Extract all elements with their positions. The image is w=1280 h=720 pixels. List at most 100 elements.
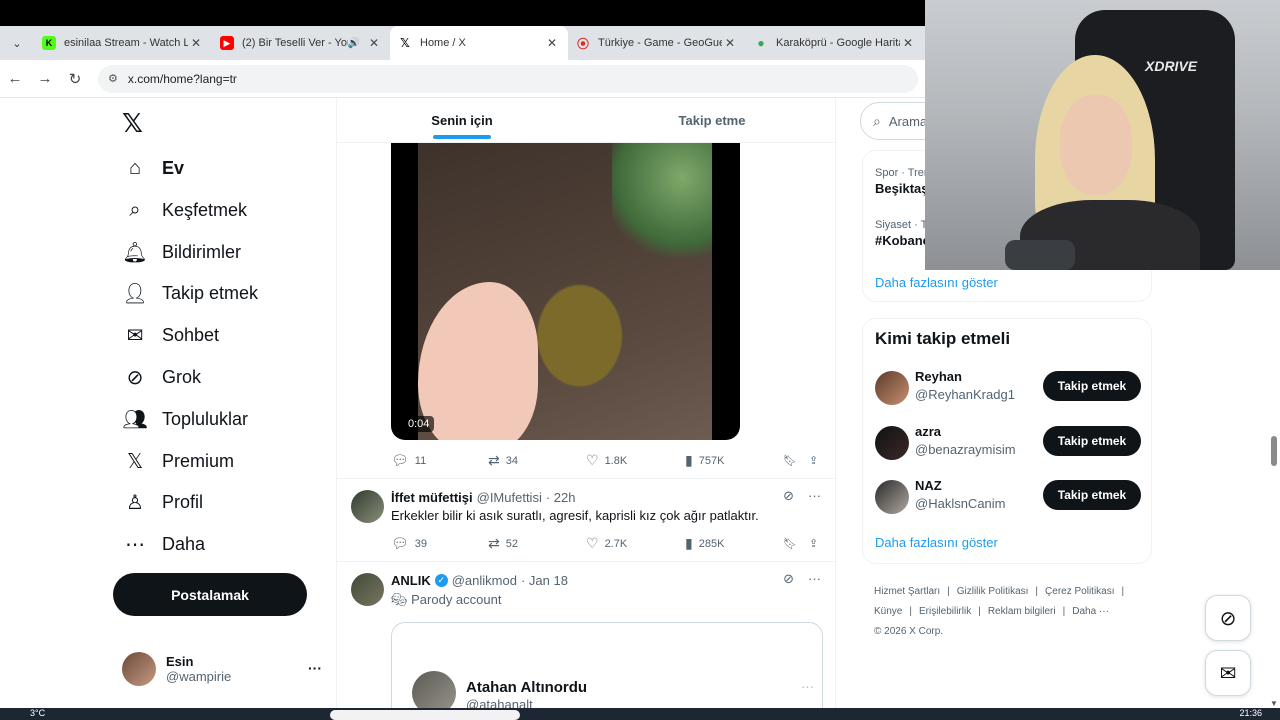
messages-fab-button[interactable]: ✉	[1205, 650, 1251, 696]
nav-item-profile[interactable]: ♙ Profil	[122, 487, 203, 517]
tweet-header: İffet müfettişi @IMufettisi · 22h	[391, 490, 575, 505]
tab-following[interactable]: Takip etme	[587, 98, 835, 142]
footer-link[interactable]: Künye	[874, 606, 902, 617]
nav-item-more[interactable]: ⋯ Daha	[122, 529, 205, 559]
avatar	[875, 480, 909, 514]
who-to-follow-item[interactable]: azra @benazraymisim Takip etmek	[875, 424, 1141, 464]
footer-link[interactable]: Çerez Politikası	[1045, 586, 1114, 597]
avatar[interactable]	[351, 573, 384, 606]
nav-label: Bildirimler	[162, 241, 242, 262]
author-name[interactable]: İffet müfettişi	[391, 490, 473, 505]
nav-item-grok[interactable]: ⊘ Grok	[122, 362, 201, 392]
reply-button[interactable]: 💬︎ 11	[391, 452, 488, 469]
grok-icon[interactable]: ⊘	[783, 571, 794, 587]
more-icon[interactable]: ···	[801, 679, 814, 694]
browser-tab-maps[interactable]: ● Karaköprü - Google Harita ✕	[746, 26, 924, 60]
video-background-foliage	[612, 142, 712, 262]
show-more-link[interactable]: Daha fazlasını göster	[875, 275, 998, 290]
close-tab-icon[interactable]: ✕	[900, 36, 916, 50]
reload-icon[interactable]: ↻	[60, 70, 90, 88]
footer-link[interactable]: Daha ···	[1072, 606, 1109, 617]
nav-item-chat[interactable]: ✉ Sohbet	[122, 320, 219, 350]
footer-link[interactable]: Reklam bilgileri	[988, 606, 1056, 617]
browser-tab-youtube[interactable]: ▶ (2) Bir Teselli Ver - YouTube 🔊 ✕	[212, 26, 390, 60]
parody-text: Parody account	[411, 592, 502, 607]
tab-search-icon[interactable]: ⌄	[6, 32, 28, 54]
suggested-handle: @HaklsnCanim	[915, 496, 1006, 511]
heart-icon: ♡	[586, 452, 599, 468]
close-tab-icon[interactable]: ✕	[544, 36, 560, 50]
post-button[interactable]: Postalamak	[113, 573, 307, 616]
share-icon[interactable]: ⇪	[809, 537, 818, 550]
maps-icon: ●	[757, 36, 765, 50]
repost-button[interactable]: ⇄ 34	[488, 452, 586, 469]
more-icon[interactable]: ···	[808, 488, 821, 504]
share-icon[interactable]: ⇪	[809, 454, 818, 467]
tweet-time[interactable]: · 22h	[546, 490, 576, 505]
avatar[interactable]	[351, 490, 384, 523]
bell-icon: 🔔︎	[122, 241, 148, 264]
footer-link[interactable]: Erişilebilirlik	[919, 606, 971, 617]
like-button[interactable]: ♡ 1.8K	[586, 452, 685, 469]
browser-tab-x[interactable]: 𝕏 Home / X ✕	[390, 26, 568, 60]
nav-item-home[interactable]: ⌂ Ev	[122, 153, 184, 183]
nav-item-premium[interactable]: 𝕏 Premium	[122, 446, 234, 476]
taskbar-clock[interactable]: 21:36	[1239, 708, 1262, 718]
quoted-tweet[interactable]: Atahan Altınordu @atahanalt ···	[391, 622, 823, 708]
nav-item-communities[interactable]: 👥︎ Topluluklar	[122, 404, 248, 434]
scrollbar-thumb[interactable]	[1271, 436, 1277, 466]
browser-tab-kick[interactable]: K esinilaa Stream - Watch Live ✕	[34, 26, 212, 60]
nav-label: Takip etmek	[162, 282, 259, 303]
nav-item-explore[interactable]: ⌕ Keşfetmek	[122, 195, 247, 225]
more-icon[interactable]: ···	[308, 660, 322, 676]
show-more-link[interactable]: Daha fazlasını göster	[875, 535, 998, 550]
nav-item-follow[interactable]: 👤︎ Takip etmek	[122, 278, 258, 308]
views-button[interactable]: ▮ 757K	[685, 452, 783, 469]
browser-tab-geoguessr[interactable]: ⦿ Türkiye - Game - GeoGuessr ✕	[568, 26, 746, 60]
url-field[interactable]: ⚙ x.com/home?lang=tr	[98, 64, 918, 93]
x-logo-icon[interactable]: 𝕏	[122, 108, 143, 139]
tweet-video[interactable]: 0:04	[391, 142, 740, 440]
profile-icon: ♙	[126, 491, 144, 514]
site-info-icon[interactable]: ⚙	[108, 72, 118, 85]
repost-icon: ⇄	[488, 452, 500, 468]
author-name[interactable]: ANLIK	[391, 573, 431, 588]
follow-button[interactable]: Takip etmek	[1043, 426, 1141, 456]
follow-icon: 👤︎	[122, 282, 148, 305]
footer-link[interactable]: Hizmet Şartları	[874, 586, 940, 597]
speaker-icon[interactable]: 🔊	[348, 38, 360, 49]
follow-button[interactable]: Takip etmek	[1043, 371, 1141, 401]
close-tab-icon[interactable]: ✕	[366, 36, 382, 50]
account-switcher[interactable]: Esin @wampirie ···	[122, 652, 322, 686]
page-scrollbar[interactable]: ▼	[1268, 270, 1280, 708]
verified-badge-icon: ✓	[434, 574, 448, 587]
author-handle[interactable]: @IMufettisi	[477, 490, 542, 505]
tweet-time[interactable]: · Jan 18	[521, 573, 568, 588]
more-icon[interactable]: ···	[808, 571, 821, 587]
back-icon[interactable]: ←	[0, 70, 30, 87]
account-name: Esin	[166, 654, 194, 669]
bookmark-icon[interactable]: 🔖︎	[783, 454, 809, 467]
bookmark-icon[interactable]: 🔖︎	[783, 537, 809, 550]
close-tab-icon[interactable]: ✕	[188, 36, 204, 50]
author-handle[interactable]: @anlikmod	[452, 573, 517, 588]
footer-link[interactable]: Gizlilik Politikası	[957, 586, 1029, 597]
repost-button[interactable]: ⇄ 52	[488, 535, 586, 552]
reply-button[interactable]: 💬︎ 39	[391, 535, 488, 552]
follow-button[interactable]: Takip etmek	[1043, 480, 1141, 510]
more-circle-icon: ⋯	[125, 533, 145, 556]
forward-icon[interactable]: →	[30, 70, 60, 87]
parody-mask-icon: 🎭︎	[391, 592, 412, 607]
weather-widget[interactable]: 3°C	[30, 708, 45, 718]
tab-for-you[interactable]: Senin için	[337, 98, 587, 142]
who-to-follow-item[interactable]: Reyhan @ReyhanKradg1 Takip etmek	[875, 369, 1141, 409]
close-tab-icon[interactable]: ✕	[722, 36, 738, 50]
grok-fab-button[interactable]: ⊘	[1205, 595, 1251, 641]
nav-item-notifications[interactable]: 🔔︎ Bildirimler	[122, 237, 241, 267]
scroll-down-arrow-icon[interactable]: ▼	[1270, 699, 1278, 708]
like-button[interactable]: ♡ 2.7K	[586, 535, 685, 552]
views-button[interactable]: ▮ 285K	[685, 535, 783, 552]
grok-icon[interactable]: ⊘	[783, 488, 794, 504]
taskbar-search[interactable]	[330, 710, 520, 720]
who-to-follow-item[interactable]: NAZ @HaklsnCanim Takip etmek	[875, 478, 1141, 518]
